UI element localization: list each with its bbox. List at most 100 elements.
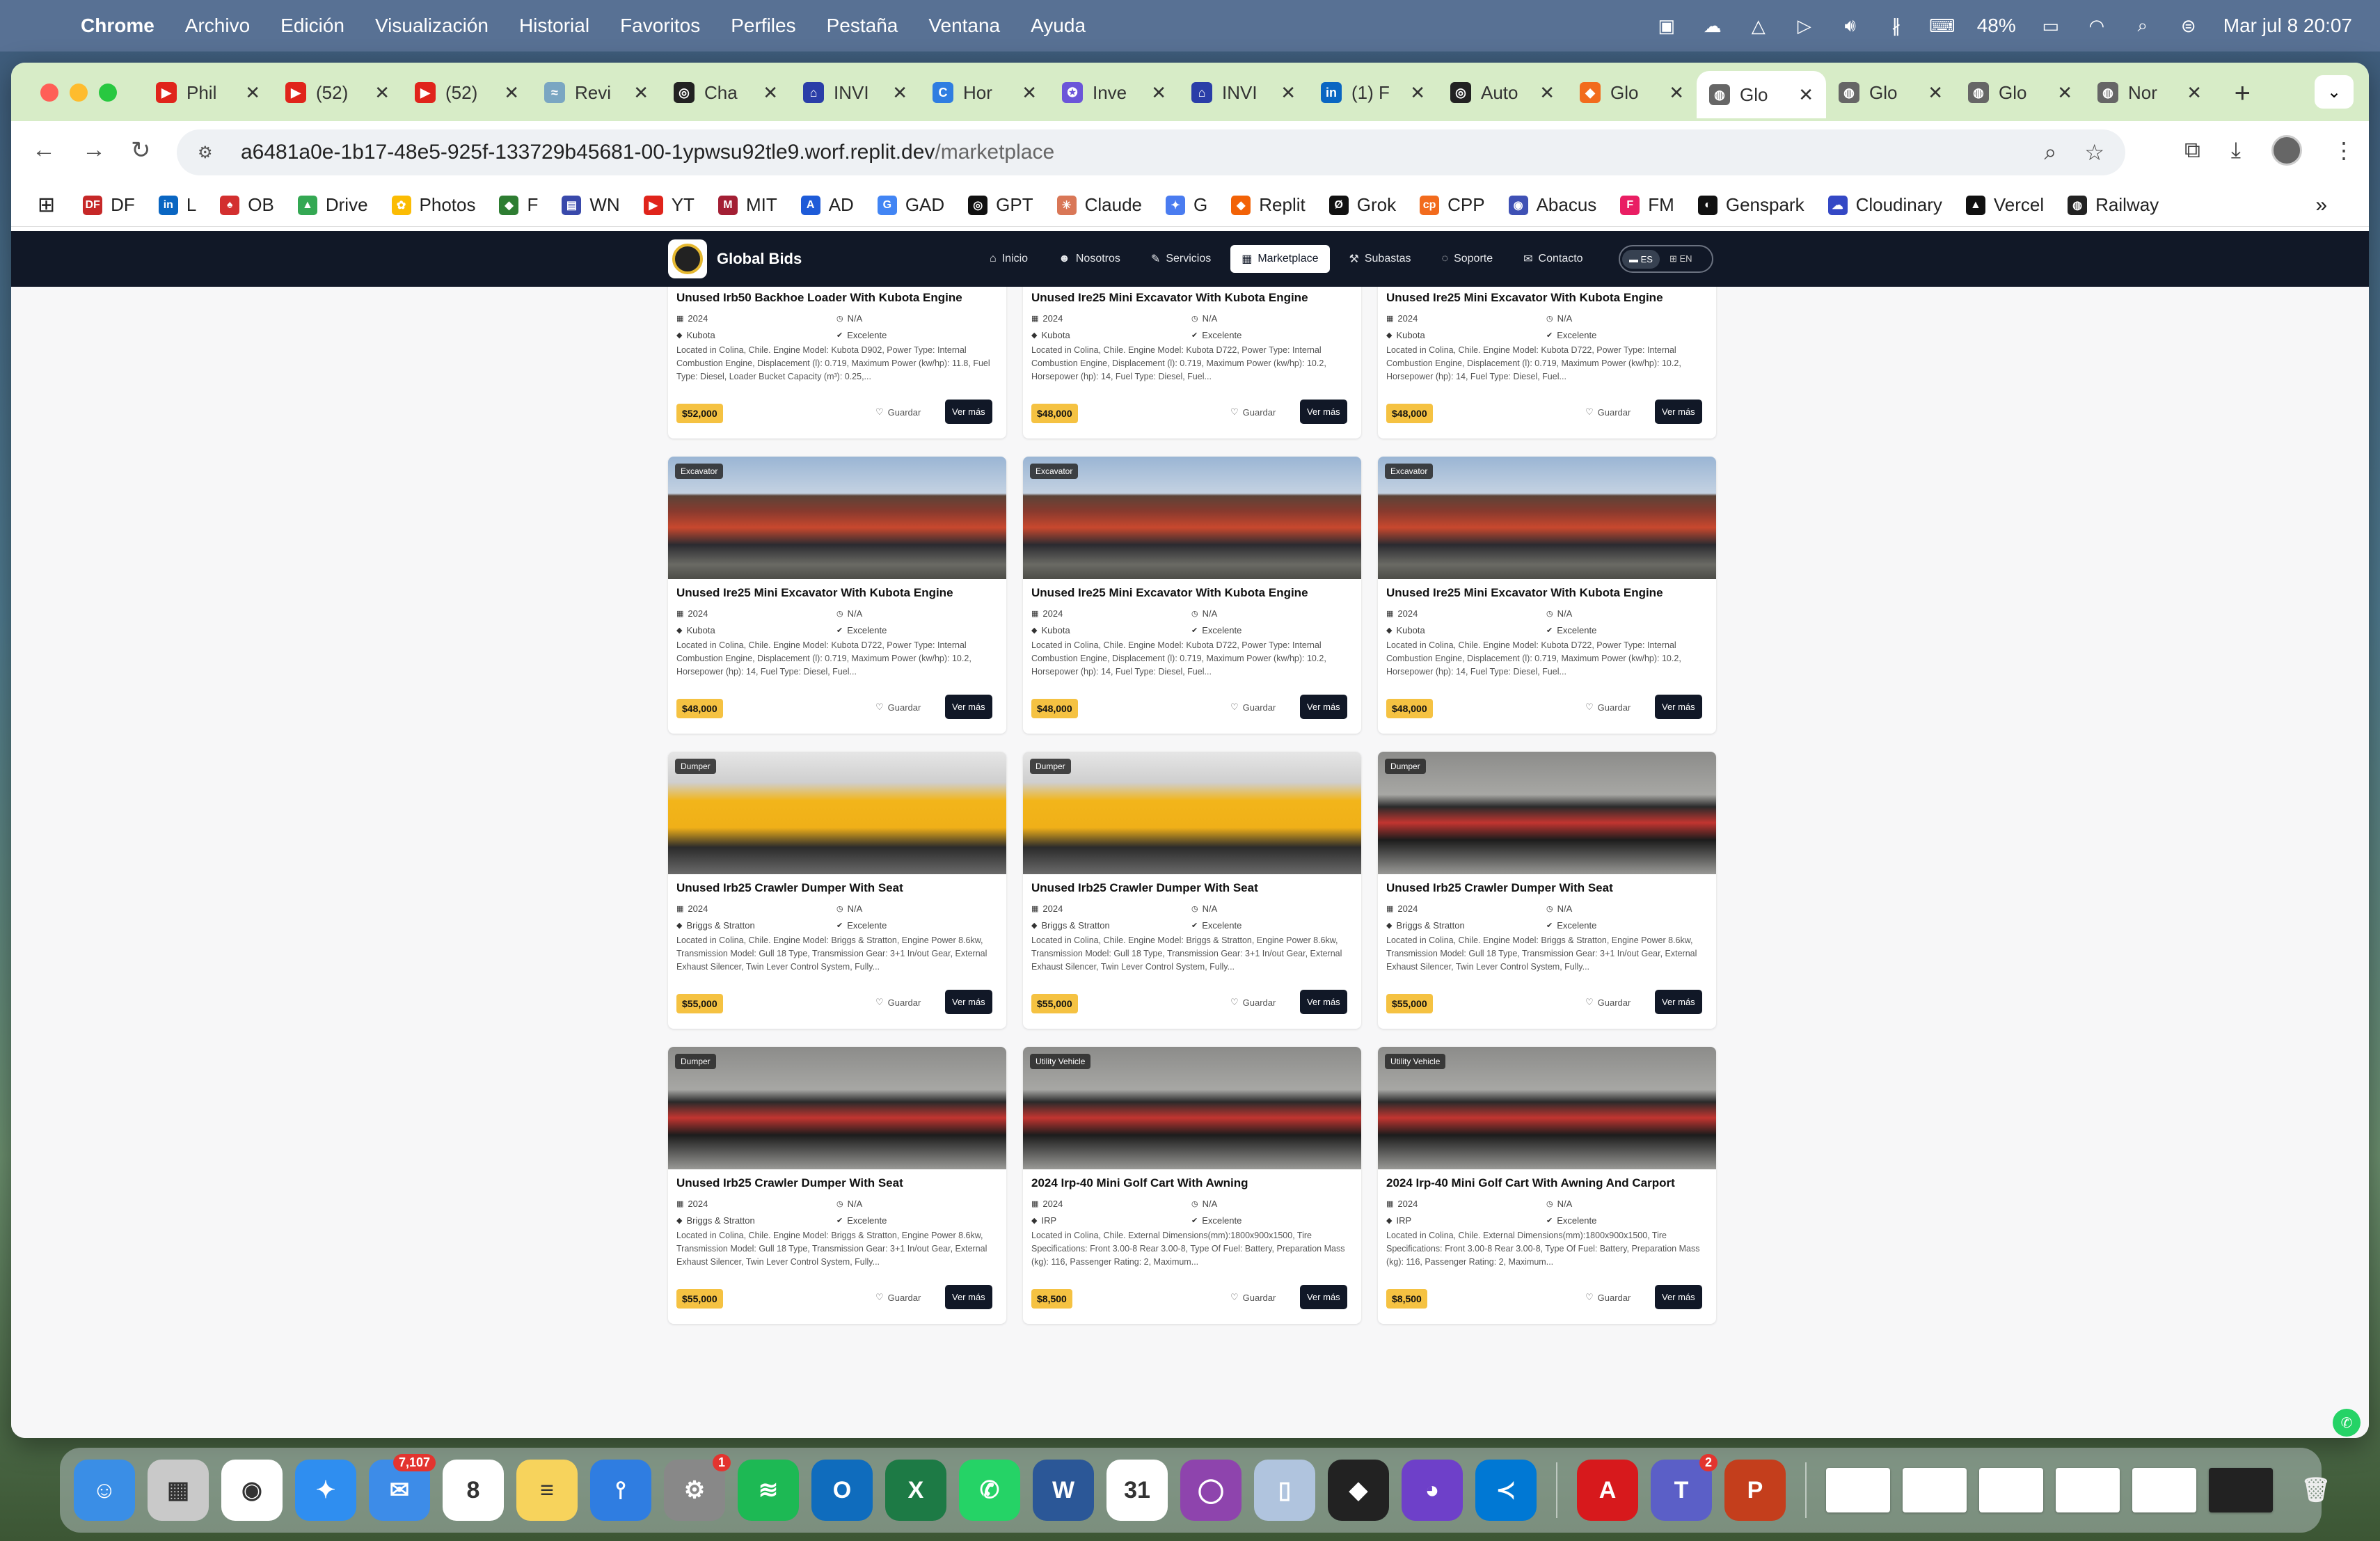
listing-title[interactable]: 2024 Irp-40 Mini Golf Cart With Awning A… [1386, 1176, 1675, 1190]
profile-avatar[interactable] [2271, 135, 2302, 166]
browser-tab[interactable]: in (1) F ✕ [1308, 71, 1438, 114]
reload-icon[interactable]: ↻ [131, 136, 151, 164]
save-button[interactable]: ♡ Guardar [1230, 1292, 1276, 1303]
tab-close-icon[interactable]: ✕ [892, 82, 907, 104]
tab-close-icon[interactable]: ✕ [1669, 82, 1684, 104]
dock-teams-icon[interactable]: T2 [1651, 1454, 1717, 1521]
browser-tab[interactable]: ▶ (52) ✕ [273, 71, 402, 114]
bookmark-item[interactable]: M MIT [717, 194, 777, 216]
save-button[interactable]: ♡ Guardar [1230, 997, 1276, 1008]
bookmark-item[interactable]: G GAD [877, 194, 944, 216]
menu-pestana[interactable]: Pestaña [827, 15, 898, 37]
tab-close-icon[interactable]: ✕ [763, 82, 778, 104]
browser-tab[interactable]: ◍ Glo ✕ [1955, 71, 2085, 114]
tab-close-icon[interactable]: ✕ [2187, 82, 2202, 104]
view-more-button[interactable]: Ver más [1655, 695, 1702, 719]
save-button[interactable]: ♡ Guardar [1585, 406, 1631, 418]
zoom-icon[interactable]: ⌕ [2044, 139, 2056, 166]
nav-link-marketplace[interactable]: ▦ Marketplace [1230, 245, 1330, 273]
menu-archivo[interactable]: Archivo [185, 15, 250, 37]
dock-powerpoint-icon[interactable]: P [1724, 1460, 1786, 1521]
view-more-button[interactable]: Ver más [945, 695, 992, 719]
view-more-button[interactable]: Ver más [945, 990, 992, 1014]
bookmark-item[interactable]: ◆ Replit [1231, 194, 1306, 216]
tab-close-icon[interactable]: ✕ [245, 82, 260, 104]
tab-close-icon[interactable]: ✕ [1022, 82, 1037, 104]
save-button[interactable]: ♡ Guardar [1585, 702, 1631, 713]
listing-title[interactable]: Unused Irb50 Backhoe Loader With Kubota … [676, 291, 962, 305]
trash-icon[interactable]: 🗑︎ [2285, 1460, 2347, 1521]
menu-visualizacion[interactable]: Visualización [375, 15, 489, 37]
listing-photo[interactable]: Excavator [1023, 457, 1361, 579]
whatsapp-chat-button[interactable]: ✆ [2333, 1409, 2361, 1437]
nav-link-nosotros[interactable]: ☻ Nosotros [1047, 245, 1132, 273]
battery-icon[interactable]: ▭ [2040, 15, 2062, 36]
listing-photo[interactable]: Utility Vehicle [1378, 1047, 1716, 1169]
bookmark-item[interactable]: ▲ Vercel [1965, 194, 2044, 216]
site-info-icon[interactable]: ⚙ [198, 143, 223, 163]
bookmark-item[interactable]: ◍ Railway [2068, 194, 2159, 216]
browser-tab[interactable]: ✪ Inve ✕ [1049, 71, 1179, 114]
listing-card[interactable]: Excavator Unused Ire25 Mini Excavator Wi… [1023, 457, 1361, 734]
listing-photo[interactable]: Dumper [1378, 752, 1716, 874]
save-button[interactable]: ♡ Guardar [875, 1292, 921, 1303]
back-arrow-icon[interactable]: ← [32, 136, 56, 164]
dock-acrobat-icon[interactable]: A [1577, 1460, 1638, 1521]
bookmark-item[interactable]: DF DF [83, 194, 135, 216]
menu-ventana[interactable]: Ventana [928, 15, 1000, 37]
dock-finder-icon[interactable]: ☺ [74, 1460, 135, 1521]
lang-en-button[interactable]: ⊞ EN [1663, 249, 1699, 269]
listing-card[interactable]: Utility Vehicle 2024 Irp-40 Mini Golf Ca… [1023, 1047, 1361, 1324]
extensions-icon[interactable]: ⧉ [2184, 137, 2200, 164]
dock-notes-icon[interactable]: ≡ [516, 1460, 578, 1521]
dock-safari-icon[interactable]: ✦ [295, 1460, 356, 1521]
view-more-button[interactable]: Ver más [1300, 990, 1347, 1014]
lang-es-button[interactable]: ▬ ES [1622, 249, 1660, 269]
bookmark-item[interactable]: Ø Grok [1328, 194, 1396, 216]
menubar-clock[interactable]: Mar jul 8 20:07 [2223, 15, 2352, 37]
dock-settings-icon[interactable]: ⚙ 1 [664, 1454, 731, 1521]
menu-ayuda[interactable]: Ayuda [1031, 15, 1086, 37]
tab-close-icon[interactable]: ✕ [1928, 82, 1943, 104]
dock-launchpad-icon[interactable]: ▦ [148, 1460, 209, 1521]
listing-card[interactable]: Dumper Unused Irb25 Crawler Dumper With … [668, 752, 1006, 1029]
menu-perfiles[interactable]: Perfiles [731, 15, 795, 37]
listing-photo[interactable]: Utility Vehicle [1023, 1047, 1361, 1169]
browser-tab[interactable]: ◎ Auto ✕ [1438, 71, 1567, 114]
browser-tab[interactable]: ⌂ INVI ✕ [1179, 71, 1308, 114]
tab-close-icon[interactable]: ✕ [504, 82, 519, 104]
bookmark-item[interactable]: ▲ Drive [297, 194, 368, 216]
bookmark-item[interactable]: ◎ GPT [968, 194, 1033, 216]
forward-arrow-icon[interactable]: → [82, 136, 106, 164]
bookmark-item[interactable]: ◐ Genspark [1697, 194, 1804, 216]
extension-status-icon[interactable]: ☁ [1701, 15, 1724, 36]
tab-search-chevron-icon[interactable]: ⌄ [2315, 75, 2354, 109]
nav-link-servicios[interactable]: ✎ Servicios [1140, 245, 1222, 273]
nav-link-soporte[interactable]: ◌ Soporte [1431, 245, 1505, 273]
minimized-window-thumbnail[interactable] [1826, 1468, 1890, 1512]
listing-title[interactable]: Unused Ire25 Mini Excavator With Kubota … [1031, 586, 1308, 600]
bookmark-item[interactable]: F FM [1620, 194, 1674, 216]
nav-link-contacto[interactable]: ✉ Contacto [1512, 245, 1594, 273]
menu-favoritos[interactable]: Favoritos [620, 15, 700, 37]
listing-photo[interactable]: Dumper [1023, 752, 1361, 874]
bookmark-item[interactable]: ◆ F [499, 194, 538, 216]
listing-photo[interactable]: Excavator [668, 457, 1006, 579]
chrome-menu-icon[interactable]: ⋮ [2333, 137, 2355, 164]
save-button[interactable]: ♡ Guardar [1585, 997, 1631, 1008]
control-center-icon[interactable]: ⊜ [2177, 15, 2200, 36]
bookmark-item[interactable]: ♠ OB [220, 194, 274, 216]
tab-close-icon[interactable]: ✕ [1151, 82, 1166, 104]
browser-tab[interactable]: ≈ Revi ✕ [532, 71, 661, 114]
browser-tab[interactable]: ▶ (52) ✕ [402, 71, 532, 114]
listing-card[interactable]: Dumper Unused Irb25 Crawler Dumper With … [668, 1047, 1006, 1324]
listing-photo[interactable]: Dumper [668, 752, 1006, 874]
view-more-button[interactable]: Ver más [1655, 1285, 1702, 1309]
bookmark-item[interactable]: ✦ G [1166, 194, 1207, 216]
dock-vscode-icon[interactable]: ≺ [1475, 1460, 1537, 1521]
save-button[interactable]: ♡ Guardar [1230, 702, 1276, 713]
tab-close-icon[interactable]: ✕ [1410, 82, 1425, 104]
new-tab-button[interactable]: + [2235, 78, 2251, 109]
view-more-button[interactable]: Ver más [1300, 1285, 1347, 1309]
spotlight-search-icon[interactable]: ⌕ [2132, 15, 2154, 35]
